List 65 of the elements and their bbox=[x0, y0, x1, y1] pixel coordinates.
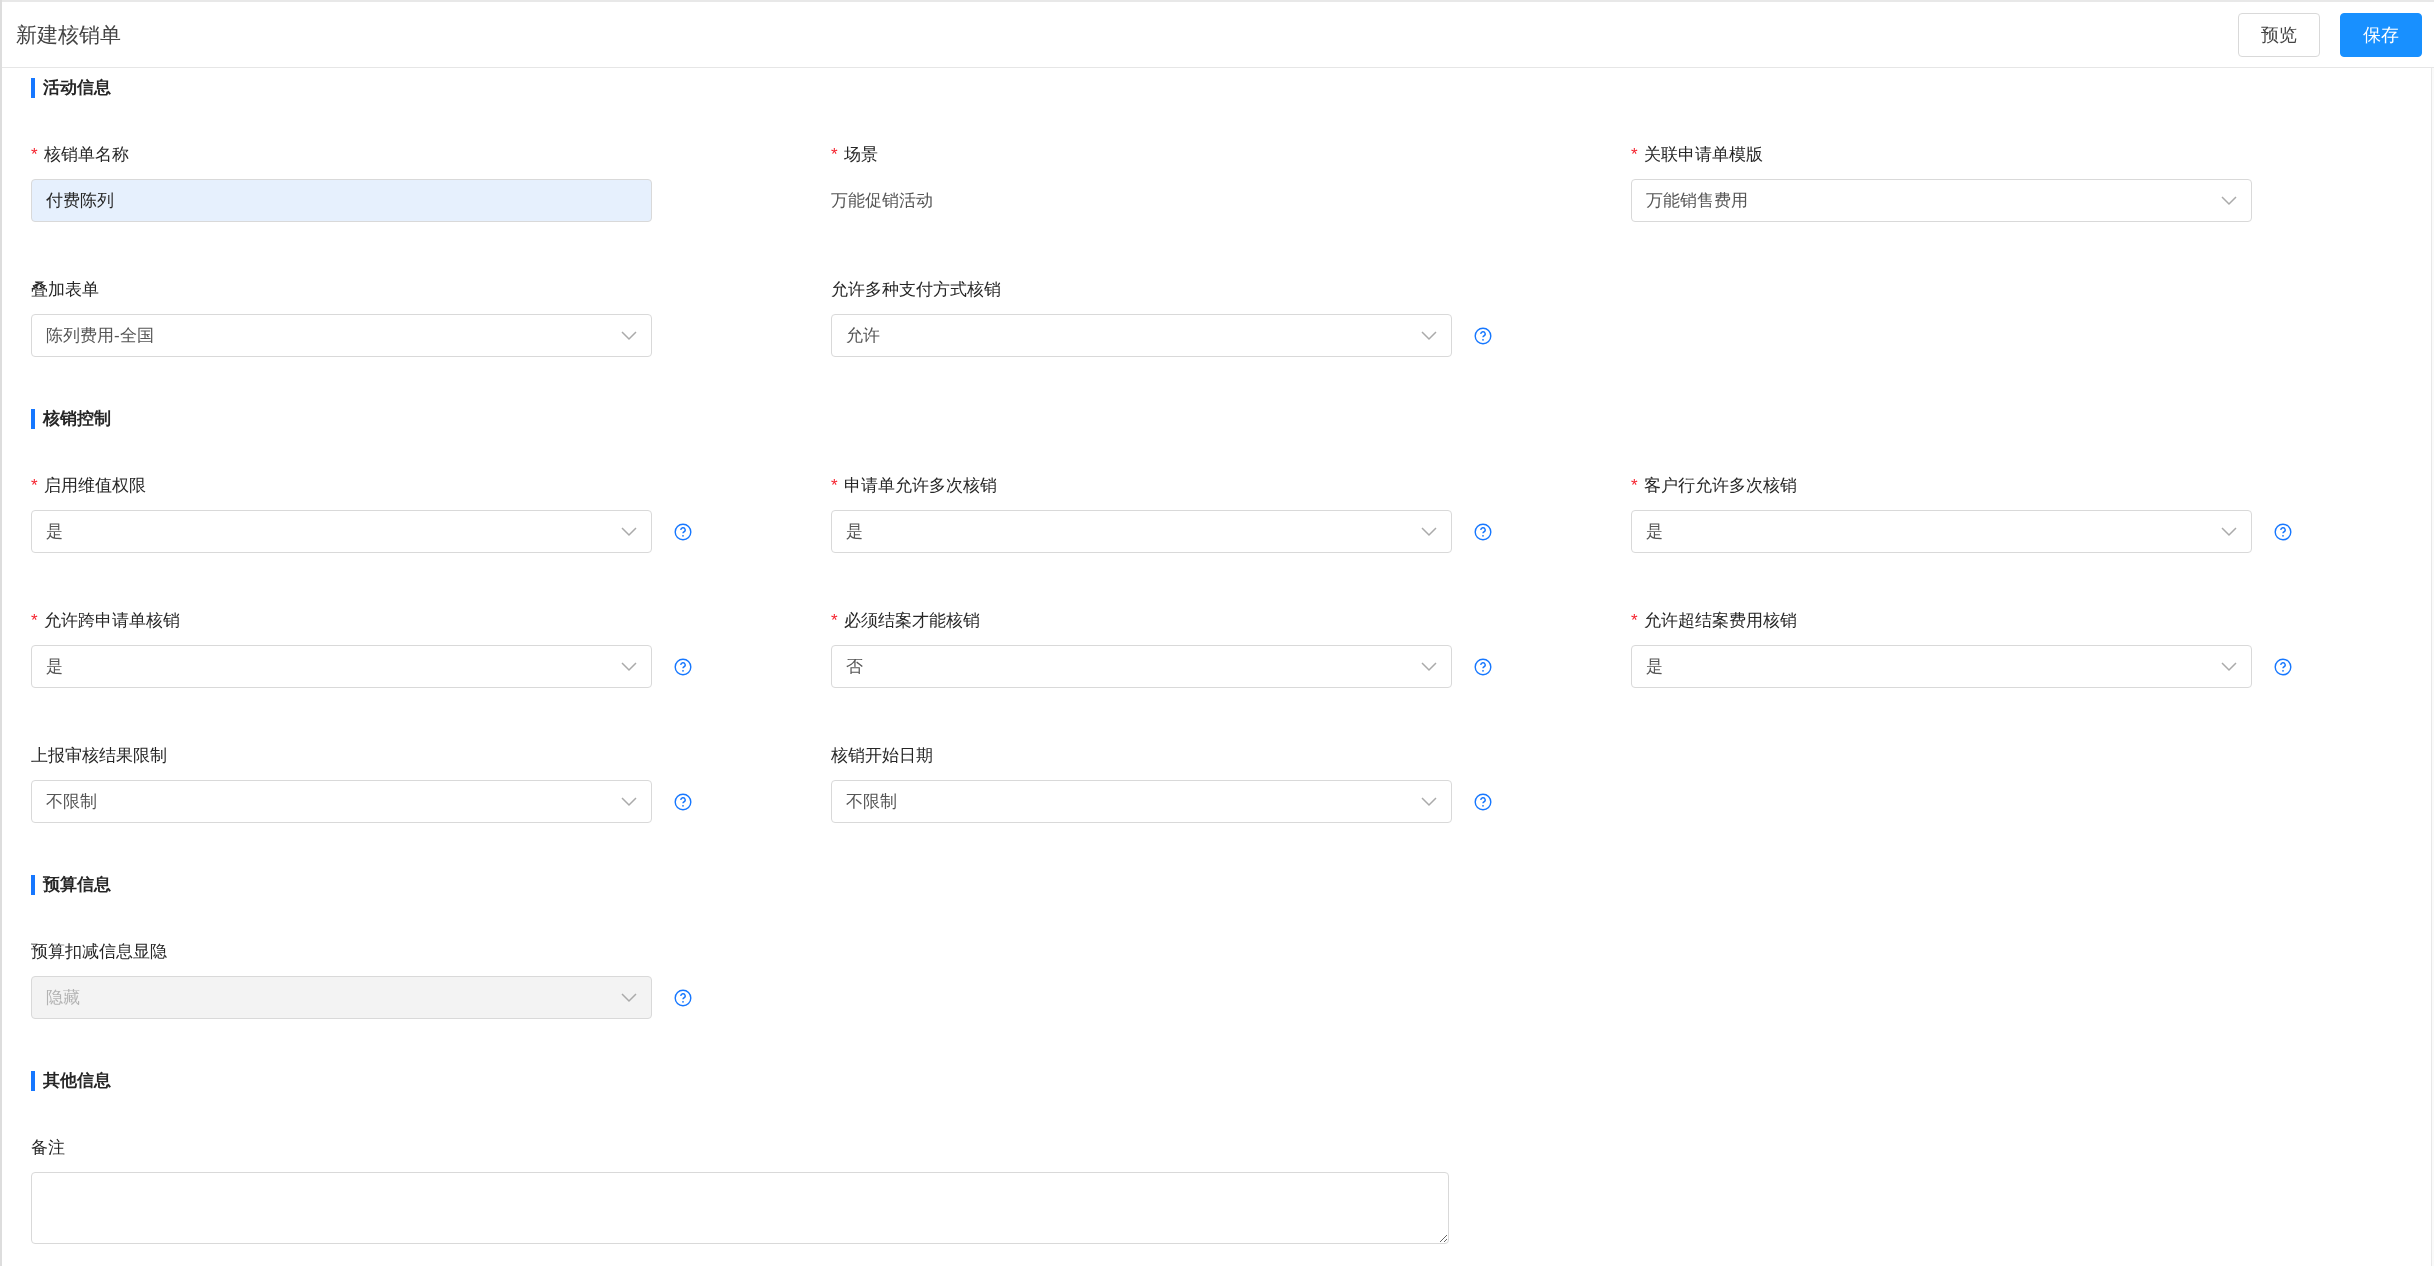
help-icon[interactable] bbox=[1474, 522, 1492, 541]
field-label: 客户行允许多次核销 bbox=[1643, 475, 1797, 497]
select-field[interactable]: 否 bbox=[831, 645, 1452, 688]
chevron-down-icon bbox=[621, 796, 637, 807]
field-label: 允许跨申请单核销 bbox=[43, 610, 180, 632]
field-label: 核销开始日期 bbox=[831, 745, 933, 767]
select-field[interactable]: 万能销售费用 bbox=[1631, 179, 2252, 222]
help-icon[interactable] bbox=[1474, 326, 1492, 345]
page-title: 新建核销单 bbox=[16, 21, 121, 48]
required-mark: * bbox=[1631, 144, 1638, 166]
chevron-down-icon bbox=[2221, 526, 2237, 537]
required-mark: * bbox=[831, 475, 838, 497]
chevron-down-icon bbox=[1421, 330, 1437, 341]
chevron-down-icon bbox=[1421, 526, 1437, 537]
help-icon[interactable] bbox=[2274, 522, 2292, 541]
select-field[interactable]: 不限制 bbox=[31, 780, 652, 823]
help-icon[interactable] bbox=[1474, 657, 1492, 676]
field-label: 启用维值权限 bbox=[43, 475, 146, 497]
field-label: 预算扣减信息显隐 bbox=[31, 941, 167, 963]
preview-button[interactable]: 预览 bbox=[2238, 12, 2320, 57]
section-title: 其他信息 bbox=[31, 1071, 111, 1091]
text-input[interactable]: 付费陈列 bbox=[31, 179, 652, 222]
field-label: 叠加表单 bbox=[31, 279, 99, 301]
required-mark: * bbox=[31, 610, 38, 632]
select-field[interactable]: 是 bbox=[1631, 645, 2252, 688]
help-icon[interactable] bbox=[674, 657, 692, 676]
field-label: 核销单名称 bbox=[43, 144, 129, 166]
required-mark: * bbox=[31, 144, 38, 166]
select-field[interactable]: 是 bbox=[831, 510, 1452, 553]
select-field[interactable]: 是 bbox=[31, 510, 652, 553]
field-label: 场景 bbox=[843, 144, 878, 166]
chevron-down-icon bbox=[621, 330, 637, 341]
select-field[interactable]: 是 bbox=[1631, 510, 2252, 553]
help-icon[interactable] bbox=[674, 792, 692, 811]
chevron-down-icon bbox=[2221, 661, 2237, 672]
field-label: 允许多种支付方式核销 bbox=[831, 279, 1001, 301]
required-mark: * bbox=[31, 475, 38, 497]
chevron-down-icon bbox=[1421, 661, 1437, 672]
field-value: 万能促销活动 bbox=[831, 190, 933, 212]
help-icon[interactable] bbox=[2274, 657, 2292, 676]
help-icon[interactable] bbox=[1474, 792, 1492, 811]
textarea-field[interactable] bbox=[31, 1172, 1449, 1244]
chevron-down-icon bbox=[621, 661, 637, 672]
field-label: 备注 bbox=[31, 1137, 65, 1159]
chevron-down-icon bbox=[621, 526, 637, 537]
required-mark: * bbox=[1631, 610, 1638, 632]
section-title: 核销控制 bbox=[31, 409, 111, 429]
select-field[interactable]: 是 bbox=[31, 645, 652, 688]
select-field[interactable]: 允许 bbox=[831, 314, 1452, 357]
chevron-down-icon bbox=[1421, 796, 1437, 807]
chevron-down-icon bbox=[2221, 195, 2237, 206]
select-field[interactable]: 不限制 bbox=[831, 780, 1452, 823]
section-title: 预算信息 bbox=[31, 875, 111, 895]
required-mark: * bbox=[1631, 475, 1638, 497]
required-mark: * bbox=[831, 610, 838, 632]
field-label: 必须结案才能核销 bbox=[843, 610, 980, 632]
select-field[interactable]: 陈列费用-全国 bbox=[31, 314, 652, 357]
field-label: 允许超结案费用核销 bbox=[1643, 610, 1797, 632]
field-label: 申请单允许多次核销 bbox=[843, 475, 997, 497]
field-label: 上报审核结果限制 bbox=[31, 745, 167, 767]
required-mark: * bbox=[831, 144, 838, 166]
chevron-down-icon bbox=[621, 992, 637, 1003]
section-title: 活动信息 bbox=[31, 78, 111, 98]
help-icon[interactable] bbox=[674, 522, 692, 541]
field-label: 关联申请单模版 bbox=[1643, 144, 1763, 166]
